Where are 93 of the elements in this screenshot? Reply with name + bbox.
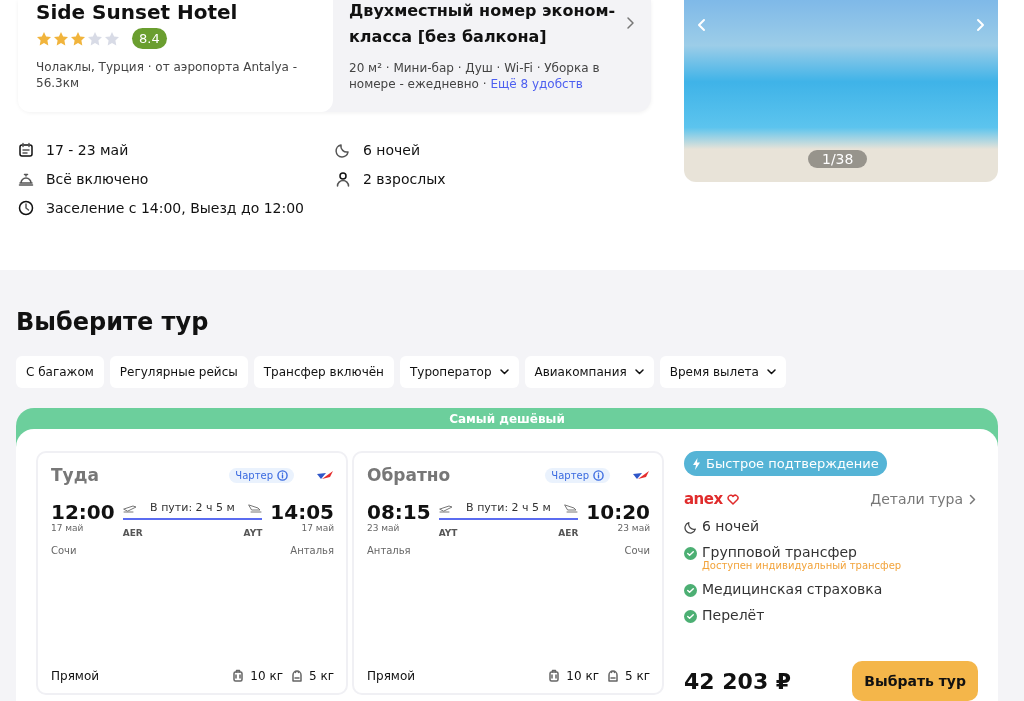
detail-text: 17 - 23 май bbox=[46, 142, 129, 158]
airport-code: AYT bbox=[438, 528, 458, 538]
feature-text: Перелёт bbox=[702, 607, 765, 623]
section-title: Выберите тур bbox=[16, 308, 210, 336]
star-icon bbox=[70, 30, 86, 47]
flight-duration: В пути: 2 ч 5 м bbox=[466, 501, 551, 514]
ribbon-label: Самый дешёвый bbox=[448, 411, 566, 428]
airline-logo-icon bbox=[632, 470, 650, 480]
departure-city: Анталья bbox=[367, 545, 412, 556]
airport-code: AER bbox=[558, 528, 579, 538]
star-icon bbox=[104, 30, 120, 47]
hand-luggage-weight: 5 кг bbox=[309, 669, 334, 683]
calendar-icon bbox=[18, 142, 34, 158]
filter-dropdown[interactable]: Время вылета bbox=[659, 356, 786, 388]
arrival-date: 23 май bbox=[617, 523, 650, 533]
star-icon bbox=[53, 30, 69, 47]
suitcase-icon bbox=[232, 669, 245, 683]
info-icon bbox=[593, 469, 604, 481]
flight-direction: Обратно bbox=[367, 465, 452, 485]
departure-city: Сочи bbox=[51, 545, 78, 556]
bag-icon bbox=[607, 669, 619, 683]
arrival-city: Сочи bbox=[624, 545, 650, 556]
person-icon bbox=[335, 171, 351, 187]
feature-text: Медицинская страховка bbox=[702, 581, 883, 597]
stops-text: Прямой bbox=[51, 669, 101, 683]
feature-note: Доступен индивидуальный трансфер bbox=[702, 560, 902, 571]
detail-text: Всё включено bbox=[46, 171, 149, 187]
badge-text: Быстрое подтверждение bbox=[706, 456, 879, 471]
chevron-right-icon[interactable] bbox=[625, 16, 635, 30]
room-amenities: 20 м² · Мини-бар · Душ · Wi-Fi · Уборка в номере - ежедневно · Ещё 8 удобств bbox=[349, 60, 601, 92]
landing-icon bbox=[248, 502, 263, 513]
takeoff-icon bbox=[122, 502, 137, 513]
caret-icon bbox=[766, 369, 776, 375]
charter-tag: Чартер bbox=[545, 467, 610, 483]
stops-text: Прямой bbox=[367, 669, 417, 683]
chevron-left-icon[interactable] bbox=[696, 18, 708, 32]
departure-date: 17 май bbox=[51, 523, 85, 533]
feature-text: 6 ночей bbox=[702, 518, 760, 534]
arrival-time: 14:05 bbox=[270, 501, 334, 523]
hand-luggage-weight: 5 кг bbox=[625, 669, 650, 683]
filter-chip[interactable]: Регулярные рейсы bbox=[109, 356, 248, 388]
moon-icon bbox=[335, 142, 351, 158]
airport-code: AER bbox=[122, 528, 143, 538]
suitcase-icon bbox=[548, 669, 561, 683]
hotel-location: Чолаклы, Турция · от аэропорта Antalya - 56.3км bbox=[36, 59, 299, 91]
flight-direction: Туда bbox=[51, 465, 100, 485]
filter-dropdown[interactable]: Туроператор bbox=[399, 356, 519, 388]
photo-counter: 1/38 bbox=[808, 150, 868, 168]
hotel-name: Side Sunset Hotel bbox=[36, 0, 239, 24]
lightning-icon bbox=[692, 457, 701, 470]
tour-details-link[interactable]: Детали тура bbox=[870, 491, 976, 507]
detail-text: Заселение с 14:00, Выезд до 12:00 bbox=[46, 200, 305, 216]
baggage-weight: 10 кг bbox=[566, 669, 599, 683]
charter-tag: Чартер bbox=[229, 467, 294, 483]
baggage-weight: 10 кг bbox=[250, 669, 283, 683]
departure-time: 12:00 bbox=[51, 501, 115, 523]
chevron-right-icon bbox=[969, 493, 976, 505]
arrival-city: Анталья bbox=[290, 545, 334, 556]
tour-price: 42 203 ₽ bbox=[684, 668, 792, 694]
moon-icon bbox=[684, 521, 697, 534]
check-circle-icon bbox=[684, 610, 697, 623]
airport-code: AYT bbox=[243, 528, 263, 538]
departure-date: 23 май bbox=[367, 523, 401, 533]
filter-dropdown[interactable]: Авиакомпания bbox=[524, 356, 654, 388]
rating-badge: 8.4 bbox=[132, 28, 167, 49]
detail-text: 6 ночей bbox=[363, 142, 421, 158]
star-icon bbox=[36, 30, 52, 47]
operator-logo: anex bbox=[684, 490, 723, 508]
filter-chip[interactable]: С багажом bbox=[16, 356, 104, 388]
check-circle-icon bbox=[684, 547, 697, 560]
arrival-date: 17 май bbox=[301, 523, 334, 533]
bag-icon bbox=[291, 669, 303, 683]
check-circle-icon bbox=[684, 584, 697, 597]
airline-logo-icon bbox=[316, 470, 334, 480]
heart-icon bbox=[726, 493, 739, 505]
more-amenities-link[interactable]: Ещё 8 удобств bbox=[490, 77, 583, 91]
chevron-right-icon[interactable] bbox=[974, 18, 986, 32]
filter-chip[interactable]: Трансфер включён bbox=[253, 356, 394, 388]
cloche-icon bbox=[18, 171, 34, 187]
info-icon bbox=[277, 469, 288, 481]
caret-icon bbox=[499, 369, 509, 375]
arrival-time: 10:20 bbox=[586, 501, 650, 523]
room-title: Двухместный номер эконом-класса [без балкона] bbox=[349, 0, 617, 48]
departure-time: 08:15 bbox=[367, 501, 431, 523]
takeoff-icon bbox=[438, 502, 453, 513]
star-icon bbox=[87, 30, 103, 47]
caret-icon bbox=[634, 369, 644, 375]
select-tour-button[interactable]: Выбрать тур bbox=[852, 661, 978, 701]
clock-icon bbox=[18, 200, 34, 216]
feature-text: Групповой трансфер bbox=[702, 544, 858, 560]
detail-text: 2 взрослых bbox=[363, 171, 446, 187]
flight-duration: В пути: 2 ч 5 м bbox=[150, 501, 235, 514]
landing-icon bbox=[564, 502, 579, 513]
